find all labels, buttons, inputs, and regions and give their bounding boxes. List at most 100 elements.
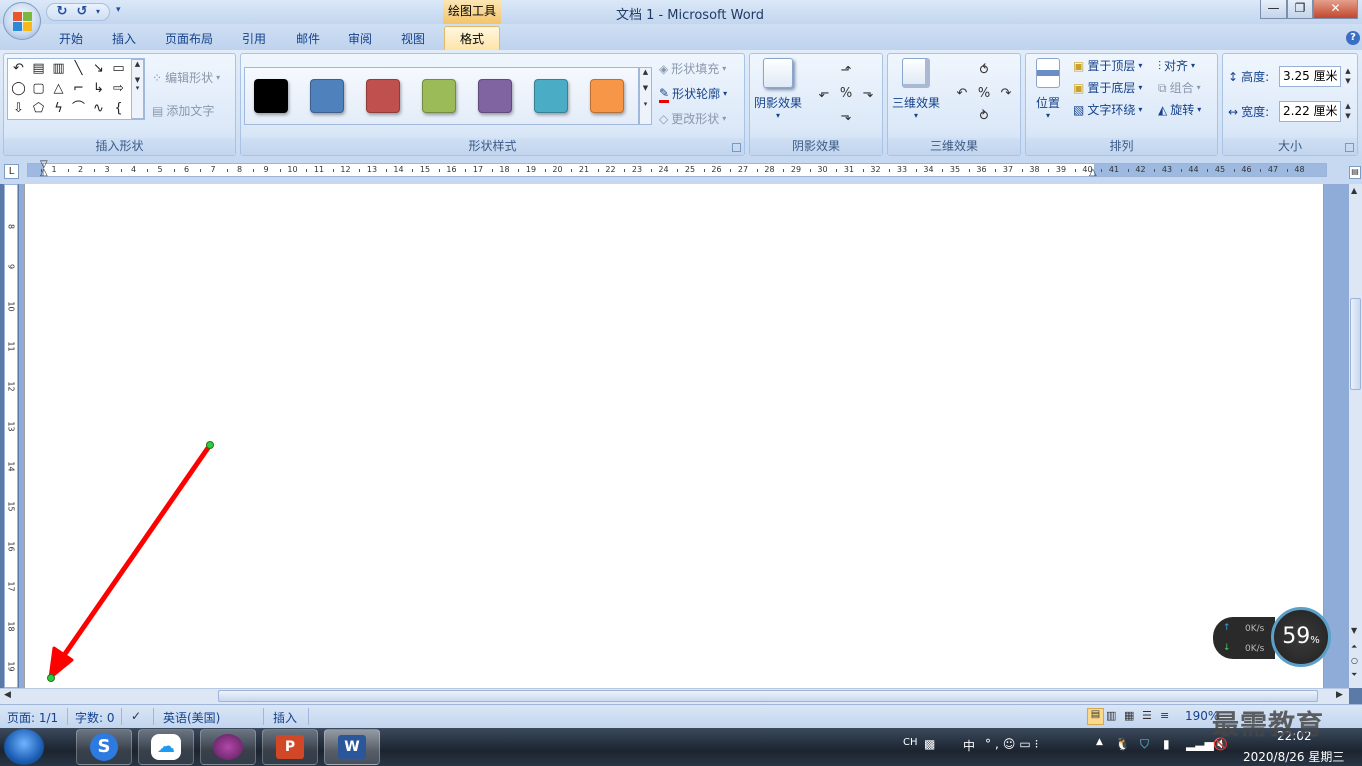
help-icon[interactable]: ? (1346, 31, 1360, 45)
tab-page-layout[interactable]: 页面布局 (157, 28, 221, 50)
horizontal-ruler[interactable]: 1 2 3 4 5 6 7 8 9 10 11 12 13 14 15 16 17 18 19 20 21 22 23 24 2… (27, 163, 1327, 177)
arc-shape-icon[interactable]: ↶ (10, 60, 27, 77)
text-wrap-button[interactable]: ▧ 文字环绕 ▾ (1073, 100, 1142, 120)
undo-dropdown-icon[interactable]: ▾ (93, 4, 103, 20)
taskbar-sogou-browser[interactable]: S (76, 729, 132, 765)
brace-shape-icon[interactable]: { (110, 100, 127, 117)
clock-date[interactable]: 2020/8/26 星期三 (1243, 748, 1344, 765)
taskbar-baidu-netdisk[interactable]: ☁ (138, 729, 194, 765)
nudge-shadow-right-icon[interactable]: ⬎ (859, 85, 877, 103)
power-icon[interactable]: ▮ (1163, 737, 1170, 751)
bring-to-front-button[interactable]: ▣ 置于顶层 ▾ (1073, 56, 1142, 76)
horizontal-scroll-thumb[interactable] (218, 690, 1318, 702)
rotate-button[interactable]: ◭ 旋转 ▾ (1158, 100, 1201, 120)
arrow-line-shape-icon[interactable]: ↘ (90, 60, 107, 77)
start-button-icon[interactable] (4, 729, 44, 765)
send-to-back-button[interactable]: ▣ 置于底层 ▾ (1073, 78, 1142, 98)
width-input[interactable]: 2.22 厘米 (1279, 101, 1341, 122)
style-swatch-blue[interactable] (310, 79, 344, 113)
selected-arrow-shape[interactable] (40, 438, 220, 688)
3d-effects-button[interactable]: 三维效果 ▾ (890, 58, 942, 120)
position-button[interactable]: 位置 ▾ (1030, 58, 1066, 120)
print-layout-view-icon[interactable]: ▤ (1087, 708, 1104, 725)
ime-toolbar-icon[interactable]: ▩ (924, 737, 935, 751)
web-layout-view-icon[interactable]: ▦ (1124, 709, 1134, 722)
tab-selector-icon[interactable]: L (4, 164, 19, 179)
width-spinner[interactable]: ▲ ▼ (1342, 101, 1354, 122)
view-ruler-icon[interactable]: ▤ (1349, 166, 1361, 179)
shadow-effects-button[interactable]: 阴影效果 ▾ (752, 58, 804, 120)
customize-qat-icon[interactable]: ▾ (116, 5, 121, 15)
next-page-icon[interactable]: ⏷ (1351, 670, 1357, 680)
style-swatch-green[interactable] (422, 79, 456, 113)
dialog-launcher-icon[interactable] (732, 143, 741, 152)
tilt-down-icon[interactable]: ⥁ (975, 108, 993, 126)
right-indent-marker-icon[interactable]: △ (1089, 167, 1097, 178)
redo-icon[interactable]: ↻ (53, 4, 71, 20)
lightning-shape-icon[interactable]: ϟ (50, 100, 67, 117)
undo-icon[interactable]: ↺ (73, 4, 91, 20)
height-input[interactable]: 3.25 厘米 (1279, 66, 1341, 87)
style-swatch-orange[interactable] (590, 79, 624, 113)
style-swatch-red[interactable] (366, 79, 400, 113)
style-swatch-aqua[interactable] (534, 79, 568, 113)
taskbar-powerpoint[interactable]: P (262, 729, 318, 765)
tab-review[interactable]: 审阅 (338, 28, 382, 50)
scribble-shape-icon[interactable]: ∿ (90, 100, 107, 117)
close-button[interactable]: ✕ (1313, 0, 1358, 19)
previous-page-icon[interactable]: ⏶ (1351, 642, 1357, 652)
rectangle-shape-icon[interactable]: ▭ (110, 60, 127, 77)
input-language[interactable]: CH (903, 737, 918, 748)
nudge-shadow-left-icon[interactable]: ⬐ (815, 85, 833, 103)
minimize-button[interactable]: — (1260, 0, 1287, 19)
vertical-scroll-thumb[interactable] (1350, 298, 1361, 390)
curve-shape-icon[interactable]: ⌒ (70, 100, 87, 117)
office-button[interactable] (3, 2, 41, 40)
outline-view-icon[interactable]: ☰ (1142, 709, 1152, 722)
tilt-up-icon[interactable]: ⥀ (975, 62, 993, 80)
dialog-launcher-icon[interactable] (1345, 143, 1354, 152)
scroll-right-icon[interactable]: ▶ (1336, 690, 1343, 700)
shape-outline-button[interactable]: ✎ 形状轮廓 ▾ (659, 84, 727, 104)
tab-format[interactable]: 格式 (444, 26, 500, 51)
taskbar-word[interactable]: W (324, 729, 380, 765)
full-screen-reading-view-icon[interactable]: ▥ (1106, 709, 1116, 722)
page-count[interactable]: 页面: 1/1 (7, 709, 58, 726)
tab-references[interactable]: 引用 (232, 28, 276, 50)
shapes-gallery-scroll[interactable]: ▲ ▼ ▾ (131, 59, 144, 119)
proofing-icon[interactable]: ✓ (131, 709, 141, 723)
tray-icons[interactable]: °,☺▭⁝ (985, 737, 1042, 751)
vertical-scrollbar[interactable] (1349, 184, 1362, 688)
style-swatch-purple[interactable] (478, 79, 512, 113)
tab-insert[interactable]: 插入 (102, 28, 146, 50)
language-indicator[interactable]: 英语(美国) (163, 709, 220, 726)
scroll-up-icon[interactable]: ▲ (1351, 186, 1357, 195)
scroll-left-icon[interactable]: ◀ (4, 690, 11, 700)
taskbar-photo-app[interactable] (200, 729, 256, 765)
select-browse-object-icon[interactable]: ○ (1351, 656, 1358, 665)
indent-marker-icon[interactable]: ▽ △ (40, 160, 48, 178)
elbow-connector-shape-icon[interactable]: ⌐ (70, 80, 87, 97)
memory-usage-gauge[interactable]: 59% (1271, 607, 1331, 667)
triangle-shape-icon[interactable]: △ (50, 80, 67, 97)
tab-view[interactable]: 视图 (391, 28, 435, 50)
show-hidden-icons[interactable]: ▲ (1096, 737, 1103, 747)
freeform-shape-icon[interactable]: ⬠ (30, 100, 47, 117)
tab-mailings[interactable]: 邮件 (286, 28, 330, 50)
elbow-arrow-connector-shape-icon[interactable]: ↳ (90, 80, 107, 97)
right-arrow-shape-icon[interactable]: ⇨ (110, 80, 127, 97)
scroll-down-icon[interactable]: ▼ (1351, 626, 1357, 635)
insert-mode[interactable]: 插入 (273, 709, 297, 726)
height-spinner[interactable]: ▲ ▼ (1342, 66, 1354, 87)
restore-button[interactable]: ❐ (1287, 0, 1313, 19)
vertical-ruler[interactable]: 8 9 10 11 12 13 14 15 16 17 18 19 (4, 184, 18, 688)
3d-on-off-icon[interactable]: % (975, 85, 993, 103)
network-signal-icon[interactable]: ▂▃▅ (1186, 737, 1214, 751)
text-box-shape-icon[interactable]: ▤ (30, 60, 47, 77)
oval-shape-icon[interactable]: ◯ (10, 80, 27, 97)
qq-icon[interactable]: 🐧 (1115, 737, 1130, 751)
style-gallery-scroll[interactable]: ▲ ▼ ▾ (639, 67, 652, 125)
security-shield-icon[interactable]: ⛉ (1140, 737, 1149, 752)
tilt-right-icon[interactable]: ↷ (997, 85, 1015, 103)
rounded-rectangle-shape-icon[interactable]: ▢ (30, 80, 47, 97)
